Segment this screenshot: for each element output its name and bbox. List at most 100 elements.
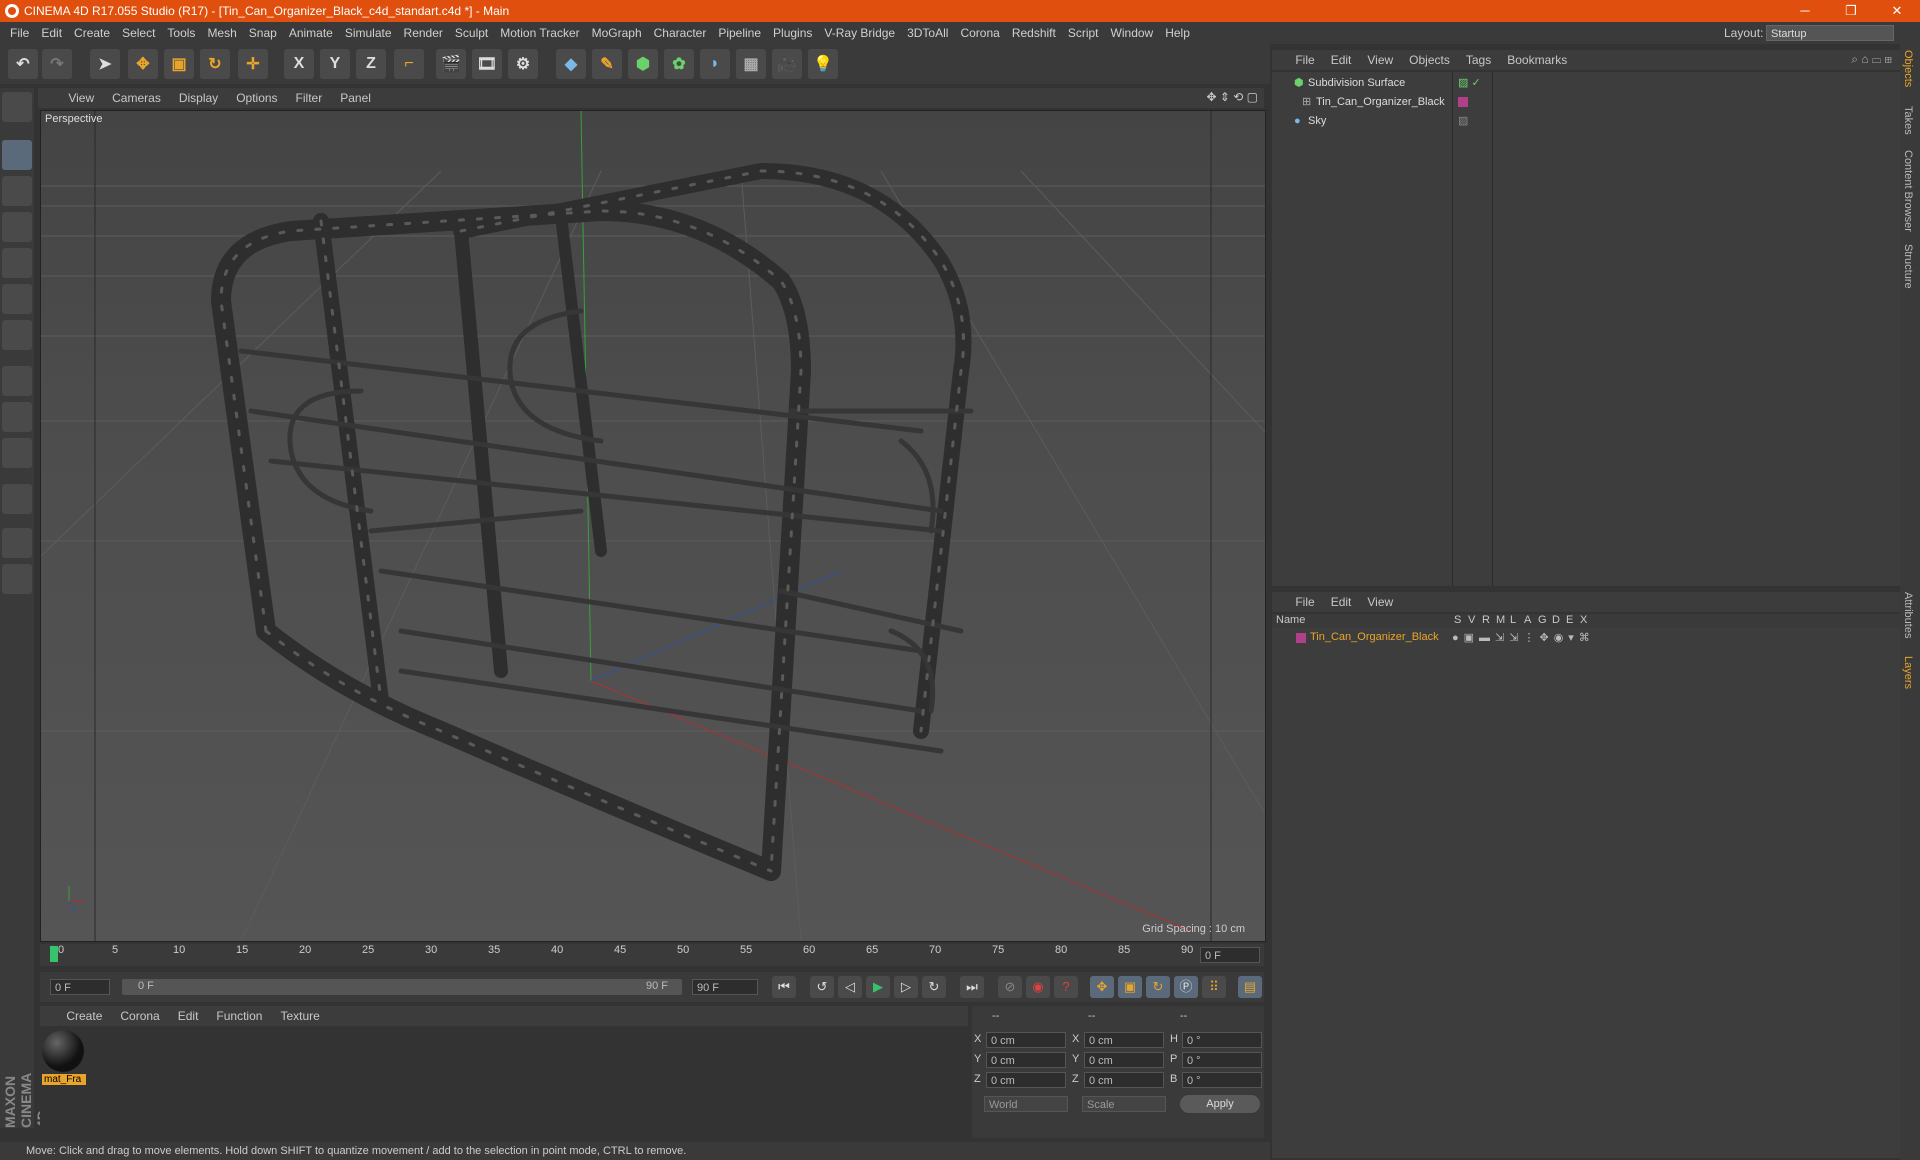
rotation-b-field[interactable]: 0 ° — [1182, 1072, 1262, 1088]
size-x-field[interactable]: 0 cm — [1084, 1032, 1164, 1048]
playhead-marker[interactable] — [50, 946, 58, 962]
max-frame-field[interactable]: 90 F — [692, 979, 758, 995]
object-name[interactable]: Sky — [1308, 112, 1326, 131]
edges-mode-icon[interactable] — [2, 284, 32, 314]
layer-toggle-icons[interactable]: ●▣▬⇲⇲⋮✥◉▾⌘ — [1452, 631, 1595, 644]
object-row-organizer[interactable]: ⊞ Tin_Can_Organizer_Black — [1272, 93, 1900, 112]
texture-mode-icon[interactable] — [2, 176, 32, 206]
menu-render[interactable]: Render — [398, 22, 449, 44]
object-menu-tags[interactable]: Tags — [1458, 50, 1499, 70]
menu-simulate[interactable]: Simulate — [339, 22, 398, 44]
key-parameter-icon[interactable]: Ⓟ — [1174, 976, 1198, 998]
autokey-icon[interactable]: ◉ — [1026, 976, 1050, 998]
menu-mesh[interactable]: Mesh — [201, 22, 242, 44]
menu-edit[interactable]: Edit — [35, 22, 68, 44]
layout-dropdown[interactable]: Startup — [1766, 25, 1894, 41]
layer-name[interactable]: Tin_Can_Organizer_Black — [1310, 631, 1439, 643]
object-row-sky[interactable]: ● Sky ▨ — [1272, 112, 1900, 131]
layer-menu-file[interactable]: File — [1287, 592, 1322, 612]
apply-button[interactable]: Apply — [1180, 1095, 1260, 1113]
close-button[interactable]: ✕ — [1874, 0, 1920, 22]
menu-select[interactable]: Select — [116, 22, 161, 44]
deformer-icon[interactable]: ◗ — [700, 49, 730, 79]
solo-icon[interactable] — [2, 438, 32, 468]
minimize-button[interactable]: ─ — [1782, 0, 1828, 22]
select-cursor-icon[interactable]: ➤ — [90, 49, 120, 79]
material-swatch[interactable]: mat_Fra — [42, 1030, 86, 1088]
record-keys-icon[interactable]: ⊘ — [998, 976, 1022, 998]
tab-attributes[interactable]: Attributes — [1902, 592, 1914, 638]
menu-file[interactable]: File — [4, 22, 35, 44]
array-icon[interactable]: ✿ — [664, 49, 694, 79]
object-menu-edit[interactable]: Edit — [1323, 50, 1360, 70]
menu-sculpt[interactable]: Sculpt — [449, 22, 494, 44]
tab-takes[interactable]: Takes — [1902, 106, 1914, 135]
menu-pipeline[interactable]: Pipeline — [712, 22, 767, 44]
world-dropdown[interactable]: World — [984, 1096, 1068, 1112]
scale-dropdown[interactable]: Scale — [1082, 1096, 1166, 1112]
next-key-icon[interactable]: ↻ — [922, 976, 946, 998]
menu-snap[interactable]: Snap — [243, 22, 283, 44]
viewport-nav-icons[interactable]: ✥ ⇕ ⟲ ▢ — [1206, 90, 1258, 104]
layer-color-swatch[interactable] — [1458, 97, 1468, 107]
key-pla-icon[interactable]: ⠿ — [1202, 976, 1226, 998]
go-to-start-icon[interactable]: ⏮ — [772, 976, 796, 998]
size-z-field[interactable]: 0 cm — [1084, 1072, 1164, 1088]
scale-icon[interactable]: ▣ — [164, 49, 194, 79]
play-icon[interactable]: ▶ — [866, 976, 890, 998]
timeline-window-icon[interactable]: ▤ — [1238, 976, 1262, 998]
transform-icon[interactable]: ✛ — [238, 49, 268, 79]
y-axis-button[interactable]: Y — [320, 49, 350, 79]
key-rotation-icon[interactable]: ↻ — [1146, 976, 1170, 998]
workplane-lock-icon[interactable] — [2, 528, 32, 558]
key-position-icon[interactable]: ✥ — [1090, 976, 1114, 998]
floor-icon[interactable]: ▦ — [736, 49, 766, 79]
layer-menu-edit[interactable]: Edit — [1323, 592, 1360, 612]
material-menu-function[interactable]: Function — [207, 1006, 271, 1026]
menu-tools[interactable]: Tools — [161, 22, 201, 44]
axis-mode-icon[interactable] — [2, 366, 32, 396]
material-menu-create[interactable]: Create — [57, 1006, 111, 1026]
object-menu-view[interactable]: View — [1359, 50, 1401, 70]
z-axis-button[interactable]: Z — [356, 49, 386, 79]
previous-frame-icon[interactable]: ◁ — [838, 976, 862, 998]
tab-layers[interactable]: Layers — [1902, 656, 1914, 689]
object-row-subdivision[interactable]: ⬢ Subdivision Surface ▨ ✓ — [1272, 74, 1900, 93]
redo-icon[interactable]: ↷ — [42, 49, 72, 79]
viewport-menu-filter[interactable]: Filter — [287, 88, 332, 108]
menu-script[interactable]: Script — [1062, 22, 1105, 44]
viewport-menu-options[interactable]: Options — [227, 88, 286, 108]
object-name[interactable]: Subdivision Surface — [1308, 74, 1405, 93]
next-frame-icon[interactable]: ▷ — [894, 976, 918, 998]
key-scale-icon[interactable]: ▣ — [1118, 976, 1142, 998]
make-editable-icon[interactable] — [2, 92, 32, 122]
tab-objects[interactable]: Objects — [1902, 50, 1914, 87]
object-menu-objects[interactable]: Objects — [1401, 50, 1458, 70]
menu-mograph[interactable]: MoGraph — [586, 22, 648, 44]
menu-redshift[interactable]: Redshift — [1006, 22, 1062, 44]
object-manager-search-icon[interactable]: ⌕ ⌂ ▭ ⊞ — [1851, 52, 1892, 67]
timeline-ruler[interactable]: 0 5 10 15 20 25 30 35 40 45 50 55 60 65 … — [40, 944, 1264, 966]
polygons-mode-icon[interactable] — [2, 320, 32, 350]
camera-icon[interactable]: 🎥 — [772, 49, 802, 79]
maximize-button[interactable]: ❐ — [1828, 0, 1874, 22]
frame-range-slider[interactable]: 0 F 90 F — [122, 979, 682, 995]
subdivision-icon[interactable]: ⬢ — [628, 49, 658, 79]
size-y-field[interactable]: 0 cm — [1084, 1052, 1164, 1068]
perspective-viewport[interactable]: Perspective Grid Spacing : 10 cm — [40, 110, 1266, 942]
material-menu-corona[interactable]: Corona — [111, 1006, 168, 1026]
render-view-icon[interactable]: 🎬 — [436, 49, 466, 79]
go-to-end-icon[interactable]: ⏭ — [960, 976, 984, 998]
menu-motion-tracker[interactable]: Motion Tracker — [494, 22, 585, 44]
previous-key-icon[interactable]: ↺ — [810, 976, 834, 998]
object-tag-icon[interactable]: ▨ — [1458, 112, 1468, 131]
object-visibility-icon[interactable]: ▨ ✓ — [1458, 74, 1481, 93]
menu-create[interactable]: Create — [68, 22, 116, 44]
position-x-field[interactable]: 0 cm — [986, 1032, 1066, 1048]
viewport-menu-cameras[interactable]: Cameras — [103, 88, 170, 108]
material-menu-texture[interactable]: Texture — [271, 1006, 328, 1026]
model-mode-icon[interactable] — [2, 140, 32, 170]
render-picture-viewer-icon[interactable]: 🎞 — [472, 49, 502, 79]
light-icon[interactable]: 💡 — [808, 49, 838, 79]
tab-structure[interactable]: Structure — [1902, 244, 1914, 289]
